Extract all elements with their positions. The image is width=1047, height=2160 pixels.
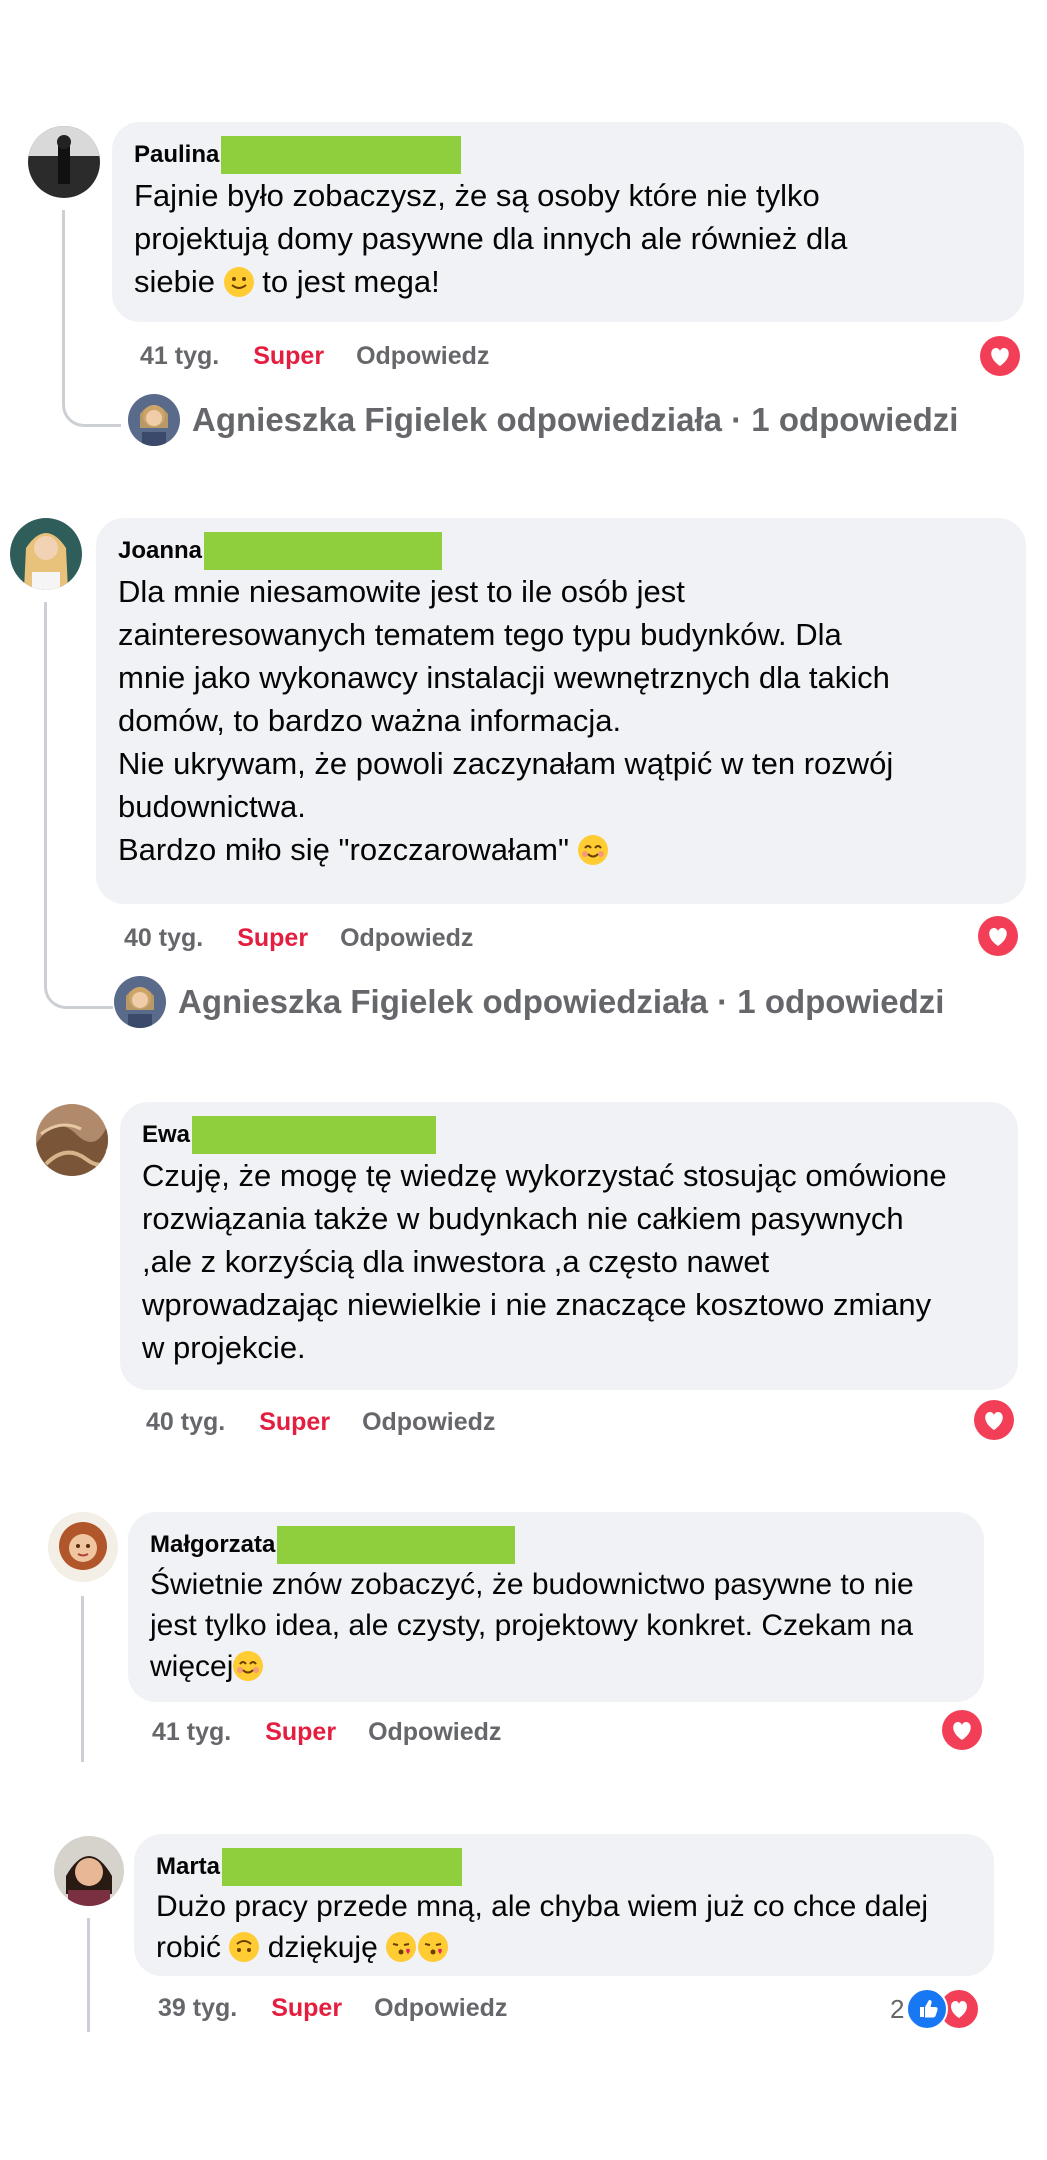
reaction-button[interactable]: Super <box>271 1994 342 2023</box>
redaction-mark <box>204 532 443 570</box>
reaction-button[interactable]: Super <box>253 342 324 371</box>
comment-timestamp[interactable]: 39 tyg. <box>158 1994 237 2023</box>
love-reaction-icon[interactable] <box>942 1710 982 1750</box>
reaction-button[interactable]: Super <box>237 924 308 953</box>
smiling-face-emoji-icon <box>233 1651 264 1681</box>
avatar[interactable] <box>10 518 82 590</box>
comment-text: Czuję, że mogę tę wiedzę wykorzystać sto… <box>142 1158 947 1365</box>
comment-actions: 41 tyg. Super Odpowiedz <box>140 342 489 371</box>
comment-timestamp[interactable]: 40 tyg. <box>124 924 203 953</box>
comment-actions: 40 tyg. Super Odpowiedz <box>146 1408 495 1437</box>
love-reaction-icon[interactable] <box>978 916 1018 956</box>
comment-author[interactable]: Paulina <box>134 140 219 170</box>
comment-author[interactable]: Joanna <box>118 536 202 566</box>
comment-author[interactable]: Marta <box>156 1852 220 1882</box>
reply-button[interactable]: Odpowiedz <box>362 1408 495 1437</box>
reaction-count: 2 <box>890 1993 905 2024</box>
redaction-mark <box>221 136 462 174</box>
comment-bubble: Ewa Czuję, że mogę tę wiedzę wykorzystać… <box>120 1102 1018 1390</box>
avatar[interactable] <box>54 1836 124 1906</box>
reply-button[interactable]: Odpowiedz <box>356 342 489 371</box>
like-reaction-icon <box>906 1988 949 2030</box>
comment-bubble: Marta Dużo pracy przede mną, ale chyba w… <box>134 1834 994 1976</box>
comment-actions: 41 tyg. Super Odpowiedz <box>152 1718 501 1747</box>
avatar[interactable] <box>36 1104 108 1176</box>
reply-button[interactable]: Odpowiedz <box>368 1718 501 1747</box>
redaction-mark <box>192 1116 437 1154</box>
kissing-heart-emoji-icon <box>418 1932 449 1962</box>
avatar <box>128 394 180 446</box>
comment-author[interactable]: Ewa <box>142 1120 190 1150</box>
upside-down-face-emoji-icon <box>229 1932 260 1962</box>
comment-author[interactable]: Małgorzata <box>150 1530 275 1560</box>
smile-emoji-icon <box>223 267 254 297</box>
reaction-summary[interactable]: 2 <box>890 1988 981 2030</box>
comment-text: Świetnie znów zobaczyć, że budownictwo p… <box>150 1568 914 1683</box>
redaction-mark <box>222 1848 463 1886</box>
reply-button[interactable]: Odpowiedz <box>340 924 473 953</box>
comment-timestamp[interactable]: 41 tyg. <box>152 1718 231 1747</box>
comment-timestamp[interactable]: 40 tyg. <box>146 1408 225 1437</box>
love-reaction-icon[interactable] <box>974 1400 1014 1440</box>
comment-text-end: to jest mega! <box>253 264 440 299</box>
view-replies-link[interactable]: Agnieszka Figielek odpowiedziała · 1 odp… <box>114 976 944 1028</box>
thread-connector <box>87 1918 90 2032</box>
kissing-heart-emoji-icon <box>386 1932 417 1962</box>
reply-button[interactable]: Odpowiedz <box>374 1994 507 2023</box>
reply-summary[interactable]: Agnieszka Figielek odpowiedziała · 1 odp… <box>192 401 958 439</box>
comment-actions: 39 tyg. Super Odpowiedz <box>158 1994 507 2023</box>
reply-summary[interactable]: Agnieszka Figielek odpowiedziała · 1 odp… <box>178 983 944 1021</box>
comment-bubble: Paulina Fajnie było zobaczysz, że są oso… <box>112 122 1024 322</box>
thread-connector <box>81 1596 84 1762</box>
comment-text: Dla mnie niesamowite jest to ile osób je… <box>118 574 894 867</box>
redaction-mark <box>277 1526 516 1564</box>
comment-actions: 40 tyg. Super Odpowiedz <box>124 924 473 953</box>
avatar <box>114 976 166 1028</box>
comment-timestamp[interactable]: 41 tyg. <box>140 342 219 371</box>
smiling-face-emoji-icon <box>577 835 608 865</box>
comment-bubble: Joanna Dla mnie niesamowite jest to ile … <box>96 518 1026 904</box>
comment-bubble: Małgorzata Świetnie znów zobaczyć, że bu… <box>128 1512 984 1702</box>
avatar[interactable] <box>28 126 100 198</box>
comment-text-end: dziękuję <box>259 1931 387 1964</box>
reaction-button[interactable]: Super <box>265 1718 336 1747</box>
view-replies-link[interactable]: Agnieszka Figielek odpowiedziała · 1 odp… <box>128 394 958 446</box>
reaction-button[interactable]: Super <box>259 1408 330 1437</box>
avatar[interactable] <box>48 1512 118 1582</box>
love-reaction-icon[interactable] <box>980 336 1020 376</box>
